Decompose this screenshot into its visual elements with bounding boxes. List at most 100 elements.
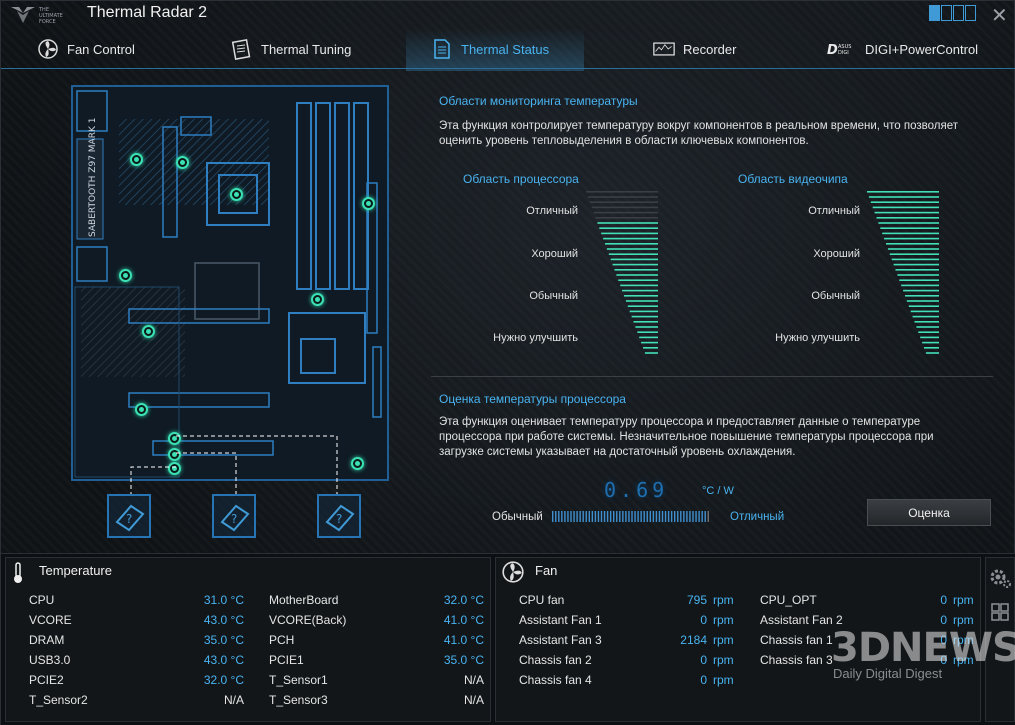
scale-tick <box>561 511 563 522</box>
scale-tick <box>646 511 648 522</box>
unknown-probe-icon: ? <box>325 504 355 532</box>
scale-tick <box>603 511 606 522</box>
tab-recorder[interactable]: Recorder <box>653 29 736 69</box>
fan-name: Chassis fan 4 <box>519 673 592 687</box>
gauge-segment <box>595 217 658 219</box>
fan-title: Fan <box>535 563 558 578</box>
unknown-probe-icon: ? <box>115 504 145 532</box>
scale-tick <box>695 511 697 522</box>
external-sensor-1[interactable]: ? <box>107 494 151 538</box>
gauge-segment <box>599 227 658 229</box>
fan-name: Chassis fan 2 <box>519 653 592 667</box>
gauge-segment <box>601 232 658 235</box>
sensor-pcie2[interactable] <box>135 403 148 416</box>
gear-icon[interactable] <box>988 566 1012 590</box>
gpu-level-normal: Обычный <box>811 290 860 302</box>
temperature-sensor-value: N/A <box>463 693 484 707</box>
gauge-segment <box>616 274 658 276</box>
scale-tick <box>680 511 682 522</box>
scale-tick <box>698 511 700 522</box>
sensor-pcie1[interactable] <box>142 325 155 338</box>
estimate-desc-line2: процессора при работе системы. Незначите… <box>439 431 934 443</box>
tab-fan-control[interactable]: Fan Control <box>37 29 135 69</box>
monitor-desc-line1: Эта функция контролирует температуру вок… <box>439 120 959 132</box>
sensor-vcore-back[interactable] <box>176 156 189 169</box>
scale-tick <box>555 511 557 522</box>
tab-label: DIGI+PowerControl <box>865 41 979 57</box>
gauge-segment <box>886 243 939 245</box>
thermometer-icon <box>14 562 22 583</box>
gauge-segment <box>920 336 939 339</box>
temperature-sensor-value: 31.0 °C <box>203 593 244 607</box>
cpu-area-gauge <box>586 191 658 354</box>
cpu-level-normal: Обычный <box>529 290 578 302</box>
scale-tick <box>658 511 661 522</box>
sensor-cpu[interactable] <box>230 188 243 201</box>
fan-speed-value: 0 <box>700 613 707 627</box>
gauge-segment <box>610 258 658 261</box>
scale-tick <box>600 511 603 522</box>
monitor-desc-line2: оценить уровень тепловыделения в области… <box>439 135 809 147</box>
svg-text:FORCE: FORCE <box>39 19 56 25</box>
scale-tick <box>667 511 670 522</box>
board-layout: SABERTOOTH Z97 MARK 1 <box>74 90 382 478</box>
thermal-resistance-unit: °C / W <box>702 485 734 497</box>
scale-tick <box>637 511 639 522</box>
scale-tick <box>564 511 566 522</box>
scale-tick <box>704 511 706 522</box>
gauge-segment <box>624 295 658 297</box>
scale-tick <box>701 511 703 522</box>
gauge-segment <box>876 217 939 219</box>
gauge-segment <box>887 248 939 250</box>
sensor-usb30[interactable] <box>119 269 132 282</box>
external-sensor-3[interactable]: ? <box>317 494 361 538</box>
tab-thermal-tuning[interactable]: Thermal Tuning <box>231 29 351 69</box>
scale-tick <box>552 511 554 522</box>
tab-digi-power-control[interactable]: D ASUS DIGI DIGI+PowerControl <box>827 29 978 69</box>
gauge-segment <box>897 274 939 276</box>
sensor-dram[interactable] <box>362 197 375 210</box>
fan-speed-unit: rpm <box>713 593 734 607</box>
temperature-sensor-name: MotherBoard <box>269 593 339 607</box>
scale-tick <box>655 511 658 522</box>
evaluate-button[interactable]: Оценка <box>867 499 991 526</box>
tab-label: Recorder <box>683 41 737 57</box>
gauge-segment <box>918 331 939 333</box>
scale-tick <box>707 511 709 522</box>
scale-tick <box>594 511 597 522</box>
scale-tick <box>597 511 600 522</box>
scale-tick <box>686 511 688 522</box>
scale-tick <box>591 511 594 522</box>
temperature-sensor-value: 35.0 °C <box>203 633 244 647</box>
gauge-segment <box>891 258 939 261</box>
sensor-motherboard[interactable] <box>311 293 324 306</box>
fan-speed-unit: rpm <box>713 633 734 647</box>
external-sensor-2[interactable]: ? <box>212 494 256 538</box>
tab-thermal-status[interactable]: Thermal Status <box>431 29 549 69</box>
estimate-scale-bar <box>552 511 709 522</box>
svg-text:?: ? <box>126 512 132 526</box>
temperature-sensor-value: 41.0 °C <box>443 613 484 627</box>
fan-speed-value: 0 <box>700 653 707 667</box>
scale-tick <box>576 511 578 522</box>
watermark-tagline: Daily Digital Digest <box>833 666 943 681</box>
gauge-segment <box>916 326 939 328</box>
layout-switch-button[interactable] <box>929 5 977 21</box>
gauge-segment <box>631 315 658 318</box>
scale-tick <box>585 511 587 522</box>
close-icon[interactable]: ✕ <box>991 3 1008 28</box>
gauge-segment <box>606 248 658 250</box>
gauge-segment <box>603 237 658 240</box>
cpu-level-excellent: Отличный <box>526 205 578 217</box>
scale-tick <box>606 511 609 522</box>
temperature-sensor-name: CPU <box>29 593 55 607</box>
gpu-area-gauge <box>867 191 939 354</box>
fan-speed-unit: rpm <box>713 613 734 627</box>
gpu-level-good: Хороший <box>813 248 860 260</box>
gauge-segment <box>884 237 939 240</box>
sensor-vcore[interactable] <box>130 153 143 166</box>
scale-tick <box>674 511 676 522</box>
scale-tick <box>649 511 651 522</box>
grid-view-icon[interactable] <box>990 602 1010 622</box>
section-divider <box>431 376 993 377</box>
